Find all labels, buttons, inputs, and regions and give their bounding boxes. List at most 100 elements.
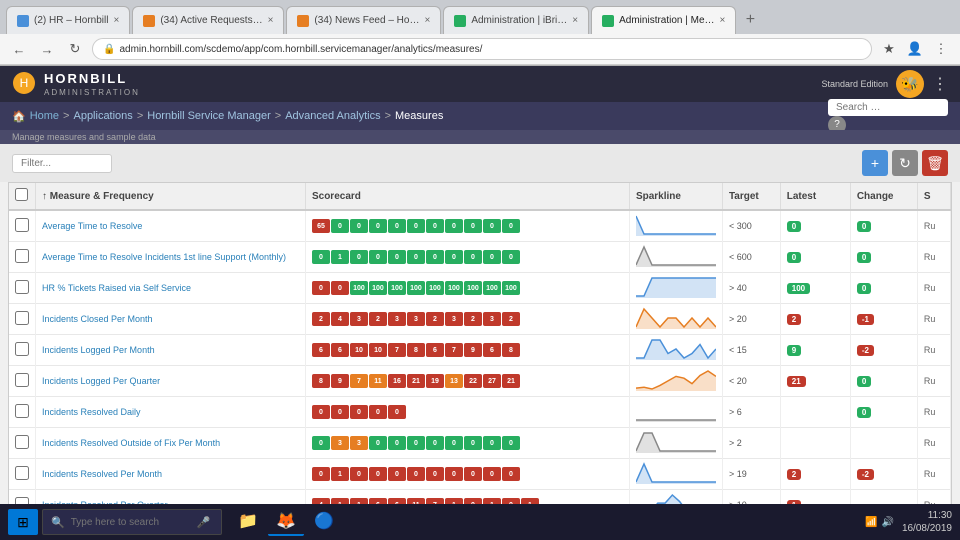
tab-hr-label: (2) HR – Hornbill: [34, 15, 108, 26]
profile-icon[interactable]: 👤: [904, 38, 926, 60]
tab-admin2-label: Administration | Me…: [619, 15, 714, 26]
start-button[interactable]: ⊞: [8, 509, 38, 535]
forward-button[interactable]: →: [36, 38, 58, 60]
select-all-checkbox[interactable]: [15, 188, 28, 201]
sparkline-cell: [629, 459, 722, 490]
filter-input[interactable]: [12, 154, 112, 173]
address-bar[interactable]: 🔒 admin.hornbill.com/scdemo/app/com.horn…: [92, 38, 872, 60]
latest-cell: 100: [780, 273, 850, 304]
latest-cell: 21: [780, 366, 850, 397]
header-latest[interactable]: Latest: [780, 183, 850, 210]
breadcrumb-home[interactable]: Home: [30, 110, 59, 122]
sparkline-cell: [629, 335, 722, 366]
target-cell: > 2: [722, 428, 780, 459]
tab-close[interactable]: ×: [720, 15, 726, 26]
tab-active-req[interactable]: (34) Active Requests… ×: [132, 6, 284, 34]
sub-header: Manage measures and sample data: [0, 130, 960, 144]
s-cell: Ru: [917, 397, 950, 428]
add-button[interactable]: +: [862, 150, 888, 176]
measure-name[interactable]: Incidents Resolved Per Month: [36, 459, 306, 490]
refresh-button[interactable]: ↻: [64, 38, 86, 60]
mic-icon: 🎤: [197, 516, 211, 529]
s-cell: Ru: [917, 428, 950, 459]
measure-name[interactable]: Incidents Logged Per Quarter: [36, 366, 306, 397]
tab-req-label: (34) Active Requests…: [160, 15, 262, 26]
scorecard-cell: 24323323232: [305, 304, 629, 335]
table-row: Average Time to Resolve650000000000 < 30…: [9, 210, 951, 242]
breadcrumb-analytics[interactable]: Advanced Analytics: [285, 110, 380, 122]
header-right: Standard Edition 🐝 ⋮: [821, 70, 948, 98]
header-change[interactable]: Change: [850, 183, 917, 210]
taskbar-search-input[interactable]: [71, 517, 191, 528]
sparkline-cell: [629, 210, 722, 242]
search-input[interactable]: [828, 99, 948, 116]
row-checkbox[interactable]: [15, 218, 29, 232]
taskbar-app-file-explorer[interactable]: 📁: [230, 508, 266, 536]
taskbar-icons: 📶 🔊: [865, 517, 894, 528]
table-row: Average Time to Resolve Incidents 1st li…: [9, 242, 951, 273]
row-checkbox[interactable]: [15, 280, 29, 294]
sparkline-cell: [629, 366, 722, 397]
svg-text:H: H: [20, 76, 29, 90]
header-measure[interactable]: ↑ Measure & Frequency: [36, 183, 306, 210]
tab-hr[interactable]: (2) HR – Hornbill ×: [6, 6, 130, 34]
table-row: Incidents Resolved Per Month01000000000 …: [9, 459, 951, 490]
target-cell: < 600: [722, 242, 780, 273]
measure-name[interactable]: Incidents Resolved Daily: [36, 397, 306, 428]
measure-name[interactable]: Average Time to Resolve Incidents 1st li…: [36, 242, 306, 273]
delete-button[interactable]: 🗑: [922, 150, 948, 176]
logo-text: HORNBILL ADMINISTRATION: [44, 71, 140, 98]
breadcrumb-bar: 🏠 Home > Applications > Hornbill Service…: [0, 102, 960, 130]
table-header-row: ↑ Measure & Frequency Scorecard Sparklin…: [9, 183, 951, 210]
breadcrumb-sep-4: >: [385, 110, 391, 122]
row-checkbox[interactable]: [15, 342, 29, 356]
back-button[interactable]: ←: [8, 38, 30, 60]
target-cell: < 300: [722, 210, 780, 242]
tab-close[interactable]: ×: [424, 15, 430, 26]
taskbar-app-chrome[interactable]: 🔵: [306, 508, 342, 536]
row-checkbox[interactable]: [15, 435, 29, 449]
measure-name[interactable]: HR % Tickets Raised via Self Service: [36, 273, 306, 304]
measure-name[interactable]: Incidents Logged Per Month: [36, 335, 306, 366]
taskbar-apps: 📁 🦊 🔵: [230, 508, 342, 536]
breadcrumb-hsm[interactable]: Hornbill Service Manager: [147, 110, 271, 122]
tab-close[interactable]: ×: [113, 15, 119, 26]
measures-table: ↑ Measure & Frequency Scorecard Sparklin…: [9, 183, 951, 518]
table-row: Incidents Resolved Outside of Fix Per Mo…: [9, 428, 951, 459]
sparkline-cell: [629, 428, 722, 459]
taskbar-search-box[interactable]: 🔍 🎤: [42, 509, 222, 535]
row-checkbox[interactable]: [15, 249, 29, 263]
address-text: admin.hornbill.com/scdemo/app/com.hornbi…: [119, 44, 482, 55]
row-checkbox[interactable]: [15, 404, 29, 418]
measure-name[interactable]: Incidents Closed Per Month: [36, 304, 306, 335]
measure-name[interactable]: Incidents Resolved Outside of Fix Per Mo…: [36, 428, 306, 459]
breadcrumb-sep-3: >: [275, 110, 281, 122]
bookmark-icon[interactable]: ★: [878, 38, 900, 60]
taskbar: ⊞ 🔍 🎤 📁 🦊 🔵 📶 🔊 11:30 16/08/2019: [0, 504, 960, 540]
nav-icons: ★ 👤 ⋮: [878, 38, 952, 60]
s-cell: Ru: [917, 304, 950, 335]
taskbar-app-firefox[interactable]: 🦊: [268, 508, 304, 536]
row-checkbox[interactable]: [15, 373, 29, 387]
tab-news[interactable]: (34) News Feed – Ho… ×: [286, 6, 441, 34]
row-checkbox[interactable]: [15, 466, 29, 480]
header-menu-button[interactable]: ⋮: [932, 74, 948, 94]
tab-admin2[interactable]: Administration | Me… ×: [591, 6, 736, 34]
change-cell: -2: [850, 459, 917, 490]
volume-icon: 🔊: [881, 517, 893, 528]
row-checkbox[interactable]: [15, 311, 29, 325]
header-target[interactable]: Target: [722, 183, 780, 210]
more-options-icon[interactable]: ⋮: [930, 38, 952, 60]
target-cell: > 40: [722, 273, 780, 304]
clock-date: 16/08/2019: [902, 522, 952, 535]
change-cell: 0: [850, 242, 917, 273]
tab-close[interactable]: ×: [268, 15, 274, 26]
breadcrumb-applications[interactable]: Applications: [73, 110, 132, 122]
measure-name[interactable]: Average Time to Resolve: [36, 210, 306, 242]
refresh-measures-button[interactable]: ↻: [892, 150, 918, 176]
tab-admin1[interactable]: Administration | iBri… ×: [443, 6, 589, 34]
new-tab-button[interactable]: +: [738, 8, 762, 32]
tab-close[interactable]: ×: [572, 15, 578, 26]
browser-chrome: (2) HR – Hornbill × (34) Active Requests…: [0, 0, 960, 66]
s-cell: Ru: [917, 273, 950, 304]
